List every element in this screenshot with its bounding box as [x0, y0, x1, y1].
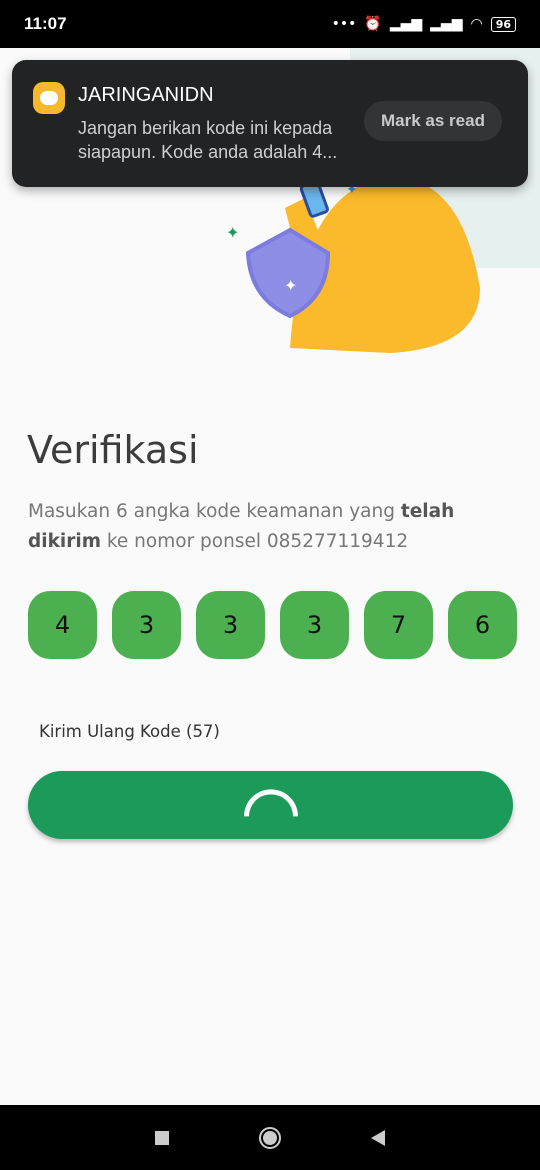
- otp-input[interactable]: 4 3 3 3 7 6: [28, 591, 517, 659]
- desc-text: Masukan 6 angka kode keamanan yang: [28, 501, 401, 522]
- signal-icon: ▂▄▆: [430, 16, 463, 32]
- page-title: Verifikasi: [27, 428, 199, 472]
- message-app-icon: [33, 82, 65, 114]
- otp-digit-3[interactable]: 3: [196, 591, 265, 659]
- alarm-icon: ⏰: [364, 16, 382, 32]
- svg-text:✦: ✦: [226, 223, 239, 242]
- resend-code-link[interactable]: Kirim Ulang Kode (57): [39, 722, 220, 741]
- otp-digit-4[interactable]: 3: [280, 591, 349, 659]
- home-icon[interactable]: [259, 1126, 281, 1149]
- otp-digit-1[interactable]: 4: [28, 591, 97, 659]
- loading-spinner-icon: [232, 778, 309, 855]
- otp-digit-2[interactable]: 3: [112, 591, 181, 659]
- desc-text-phone: ke nomor ponsel 085277119412: [100, 531, 409, 552]
- otp-digit-6[interactable]: 6: [448, 591, 517, 659]
- notification-message: Jangan berikan kode ini kepada siapapun.…: [78, 118, 338, 162]
- mark-as-read-button[interactable]: Mark as read: [364, 101, 502, 141]
- clock: 11:07: [24, 14, 67, 33]
- back-icon[interactable]: [371, 1129, 385, 1146]
- wifi-icon: ◠: [470, 16, 483, 32]
- otp-digit-5[interactable]: 7: [364, 591, 433, 659]
- notification-app-name: JARINGANIDN: [78, 84, 214, 106]
- verify-button[interactable]: [28, 771, 513, 855]
- battery-icon: 96: [490, 16, 516, 32]
- recents-icon[interactable]: [155, 1130, 169, 1145]
- signal-icon: ▂▄▆: [389, 16, 423, 32]
- navigation-bar: [0, 1105, 540, 1170]
- notification-card[interactable]: JARINGANIDN Jangan berikan kode ini kepa…: [12, 60, 528, 187]
- status-bar: 11:07 ••• ⏰ ▂▄▆ ▂▄▆ ◠ 96: [0, 0, 540, 48]
- svg-text:✦: ✦: [284, 276, 297, 295]
- more-icon: •••: [331, 16, 357, 32]
- instruction-text: Masukan 6 angka kode keamanan yang telah…: [28, 497, 508, 557]
